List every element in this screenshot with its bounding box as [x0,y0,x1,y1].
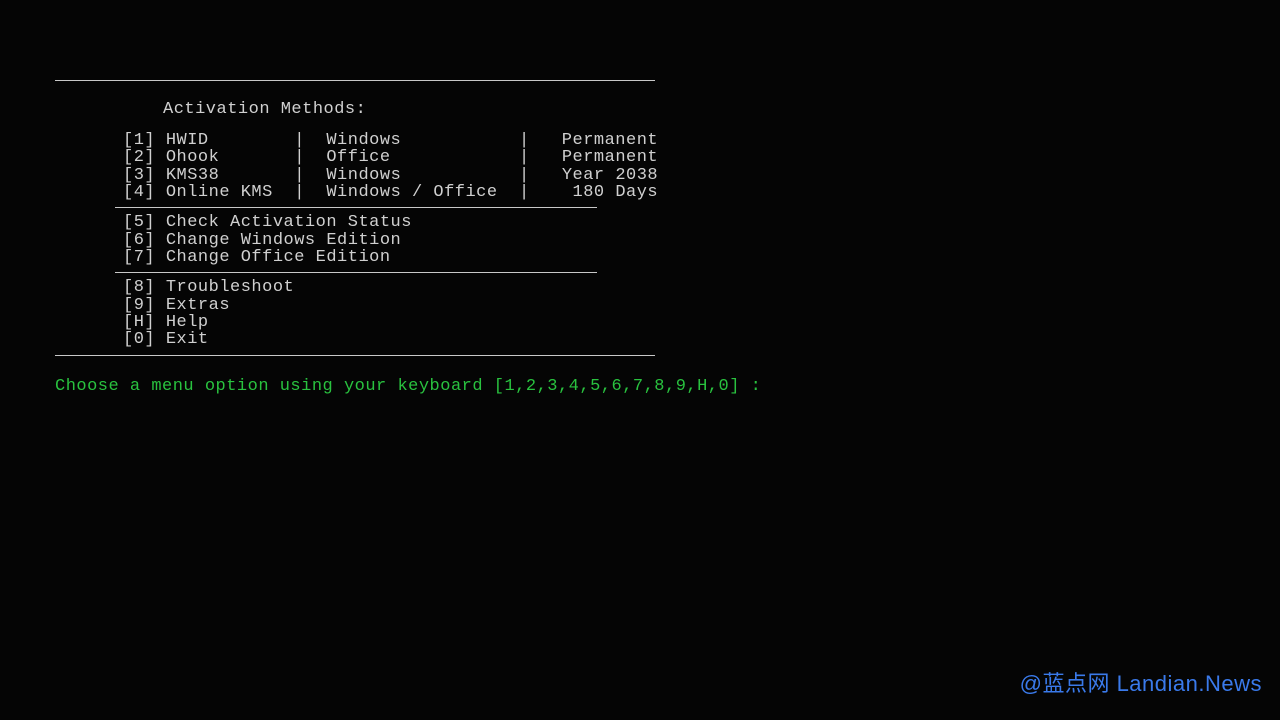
menu-item-change-windows-edition[interactable]: [6] Change Windows Edition [55,232,761,249]
divider-bottom [55,355,655,356]
divider-mid-1 [115,207,597,208]
menu-target: Windows [326,166,401,185]
menu-key: [7] [123,249,155,266]
section-title: Activation Methods: [55,87,761,132]
terminal-window: Activation Methods: [1] HWID | Windows |… [55,80,761,395]
menu-label: Change Office Edition [166,248,391,267]
input-prompt[interactable]: Choose a menu option using your keyboard… [55,362,761,395]
menu-key: [5] [123,214,155,231]
menu-item-ohook[interactable]: [2] Ohook | Office | Permanent [55,149,761,166]
menu-label: Online KMS [166,183,273,202]
menu-label: Exit [166,330,209,349]
menu-label: Extras [166,296,230,315]
menu-target: Windows / Office [326,183,497,202]
menu-item-online-kms[interactable]: [4] Online KMS | Windows / Office | 180 … [55,184,761,201]
menu-label: Help [166,313,209,332]
menu-key: [6] [123,232,155,249]
menu-label: HWID [166,131,209,150]
menu-key: [4] [123,184,155,201]
col-sep: | [401,131,562,150]
menu-item-troubleshoot[interactable]: [8] Troubleshoot [55,279,761,296]
menu-item-extras[interactable]: [9] Extras [55,297,761,314]
menu-key: [H] [123,314,155,331]
menu-item-hwid[interactable]: [1] HWID | Windows | Permanent [55,132,761,149]
menu-key: [3] [123,167,155,184]
col-sep: | [209,131,327,150]
divider-mid-2 [115,272,597,273]
menu-label: KMS38 [166,166,220,185]
menu-item-check-status[interactable]: [5] Check Activation Status [55,214,761,231]
col-sep: | [219,148,326,167]
watermark-text: @蓝点网 Landian.News [1020,666,1262,698]
menu-item-help[interactable]: [H] Help [55,314,761,331]
menu-label: Change Windows Edition [166,231,401,250]
menu-key: [2] [123,149,155,166]
menu-key: [8] [123,279,155,296]
menu-target: Windows [326,131,401,150]
col-sep: | [273,183,327,202]
col-sep: | [391,148,562,167]
menu-duration: Permanent [562,131,658,150]
col-sep: | [219,166,326,185]
menu-duration: Year 2038 [562,166,658,185]
menu-item-exit[interactable]: [0] Exit [55,331,761,348]
col-sep: | [498,183,573,202]
menu-target: Office [326,148,390,167]
menu-key: [9] [123,297,155,314]
menu-item-change-office-edition[interactable]: [7] Change Office Edition [55,249,761,266]
menu-item-kms38[interactable]: [3] KMS38 | Windows | Year 2038 [55,167,761,184]
menu-key: [0] [123,331,155,348]
col-sep: | [401,166,562,185]
menu-label: Ohook [166,148,220,167]
menu-label: Check Activation Status [166,213,412,232]
menu-key: [1] [123,132,155,149]
menu-label: Troubleshoot [166,278,294,297]
menu-duration: Permanent [562,148,658,167]
divider-top [55,80,655,81]
menu-duration: 180 Days [573,183,659,202]
